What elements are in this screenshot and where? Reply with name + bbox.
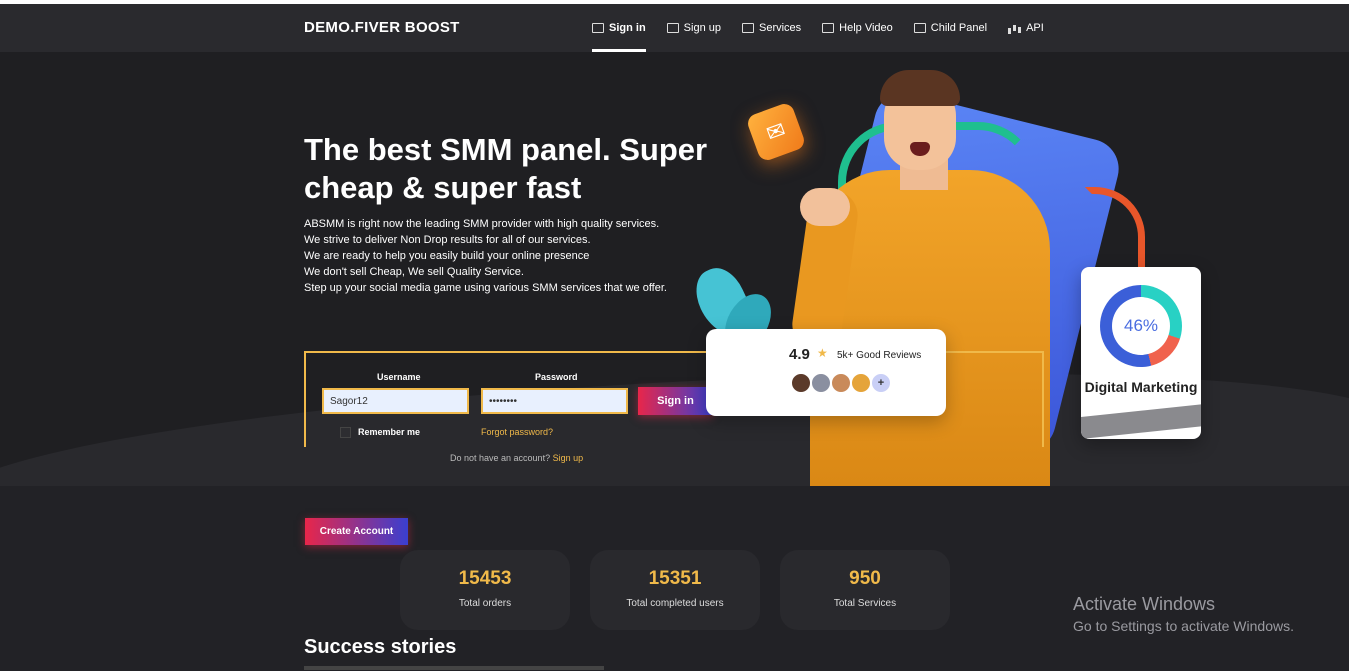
sign-up-link[interactable]: Sign up bbox=[553, 453, 584, 463]
avatar bbox=[790, 372, 812, 394]
username-label: Username bbox=[377, 372, 421, 382]
nav-sign-up[interactable]: Sign up bbox=[666, 4, 721, 52]
mail-icon: ✉ bbox=[745, 101, 807, 163]
brand-logo[interactable]: DEMO.FIVER BOOST bbox=[304, 19, 460, 36]
review-score: 4.9 bbox=[789, 346, 810, 363]
description-line: Step up your social media game using var… bbox=[304, 282, 667, 294]
password-input[interactable] bbox=[481, 388, 628, 414]
stat-label: Total orders bbox=[458, 598, 512, 609]
username-input[interactable] bbox=[322, 388, 469, 414]
success-stories-title: Success stories bbox=[304, 636, 457, 658]
windows-activation-watermark: Activate Windows Go to Settings to activ… bbox=[1073, 594, 1294, 634]
nav-help-video[interactable]: Help Video bbox=[822, 4, 893, 52]
reviewer-avatars: + bbox=[790, 372, 892, 394]
avatar bbox=[850, 372, 872, 394]
nav-label: Sign up bbox=[683, 22, 721, 34]
nav-api[interactable]: API bbox=[1008, 4, 1044, 52]
review-card: 4.9 ★ 5k+ Good Reviews + bbox=[706, 329, 946, 416]
stat-value: 950 bbox=[849, 568, 881, 589]
avatar bbox=[830, 372, 852, 394]
description-line: ABSMM is right now the leading SMM provi… bbox=[304, 218, 660, 230]
no-account-text: Do not have an account? Sign up bbox=[450, 453, 583, 463]
chart-icon bbox=[1008, 23, 1021, 34]
review-count: 5k+ Good Reviews bbox=[837, 350, 922, 361]
watermark-subtitle: Go to Settings to activate Windows. bbox=[1073, 618, 1294, 634]
donut-percent: 46% bbox=[1112, 297, 1170, 355]
navbar: DEMO.FIVER BOOST Sign in Sign up Service… bbox=[0, 4, 1349, 52]
film-icon bbox=[822, 23, 835, 33]
stat-label: Total Services bbox=[833, 598, 897, 609]
sign-in-button[interactable]: Sign in bbox=[638, 387, 713, 415]
remember-me-label[interactable]: Remember me bbox=[358, 427, 420, 437]
id-card-icon bbox=[666, 23, 679, 33]
forgot-password-link[interactable]: Forgot password? bbox=[481, 427, 553, 437]
nav-label: API bbox=[1026, 22, 1044, 34]
nav-label: Sign in bbox=[609, 22, 646, 34]
description-line: We strive to deliver Non Drop results fo… bbox=[304, 234, 591, 246]
nav-child-panel[interactable]: Child Panel bbox=[913, 4, 988, 52]
plus-icon: + bbox=[870, 372, 892, 394]
id-card-icon bbox=[592, 23, 604, 33]
star-icon: ★ bbox=[817, 346, 828, 360]
nav-label: Child Panel bbox=[930, 22, 988, 34]
digital-marketing-label: Digital Marketing bbox=[1084, 379, 1198, 395]
hero-description: ABSMM is right now the leading SMM provi… bbox=[304, 216, 667, 296]
no-account-label: Do not have an account? bbox=[450, 453, 551, 463]
stat-card-orders: 15453 Total orders bbox=[400, 550, 570, 630]
list-icon bbox=[741, 23, 754, 33]
nav-sign-in[interactable]: Sign in bbox=[592, 4, 646, 52]
hero-section: ✉ The best SMM panel. Super cheap & supe… bbox=[0, 52, 1349, 486]
create-account-button[interactable]: Create Account bbox=[305, 518, 408, 545]
description-line: We don't sell Cheap, We sell Quality Ser… bbox=[304, 266, 524, 278]
stat-card-services: 950 Total Services bbox=[780, 550, 950, 630]
nav-label: Services bbox=[758, 22, 802, 34]
password-label: Password bbox=[535, 372, 578, 382]
window-icon bbox=[913, 23, 926, 33]
stat-card-users: 15351 Total completed users bbox=[590, 550, 760, 630]
truncated-text bbox=[304, 666, 604, 670]
donut-chart: 46% bbox=[1100, 285, 1182, 367]
avatar bbox=[810, 372, 832, 394]
hero-headline: The best SMM panel. Super cheap & super … bbox=[304, 132, 708, 205]
digital-marketing-card: 46% Digital Marketing bbox=[1081, 267, 1201, 439]
stat-value: 15351 bbox=[648, 568, 702, 589]
nav-label: Help Video bbox=[839, 22, 893, 34]
watermark-title: Activate Windows bbox=[1073, 594, 1216, 614]
stat-value: 15453 bbox=[458, 568, 512, 589]
stat-label: Total completed users bbox=[626, 598, 724, 609]
main-nav: Sign in Sign up Services Help Video Chil… bbox=[592, 4, 1065, 52]
description-line: We are ready to help you easily build yo… bbox=[304, 250, 590, 262]
nav-services[interactable]: Services bbox=[741, 4, 802, 52]
remember-me-checkbox[interactable] bbox=[340, 427, 351, 438]
